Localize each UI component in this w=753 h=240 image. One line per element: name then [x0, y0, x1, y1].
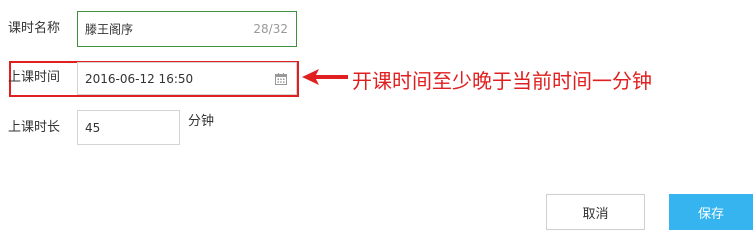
annotation-arrow-icon: [302, 69, 348, 85]
duration-unit: 分钟: [188, 114, 215, 129]
save-button[interactable]: 保存: [669, 194, 753, 230]
annotation-text: 开课时间至少晚于当前时间一分钟: [352, 69, 652, 93]
save-button-label: 保存: [697, 206, 724, 222]
cancel-button[interactable]: 取消: [546, 194, 645, 230]
course-name-value: 滕王阁序: [85, 22, 134, 37]
course-name-input[interactable]: 滕王阁序 28/32: [77, 11, 297, 47]
start-time-input[interactable]: 2016-06-12 16:50: [77, 62, 297, 95]
course-name-label: 课时名称: [8, 21, 61, 36]
duration-value: 45: [85, 120, 101, 135]
start-time-label: 上课时间: [8, 70, 61, 85]
duration-label: 上课时长: [8, 120, 61, 135]
course-name-counter: 28/32: [253, 22, 288, 36]
start-time-value: 2016-06-12 16:50: [85, 71, 194, 86]
duration-input[interactable]: 45: [77, 110, 180, 145]
calendar-icon[interactable]: [275, 72, 287, 85]
cancel-button-label: 取消: [582, 206, 609, 222]
